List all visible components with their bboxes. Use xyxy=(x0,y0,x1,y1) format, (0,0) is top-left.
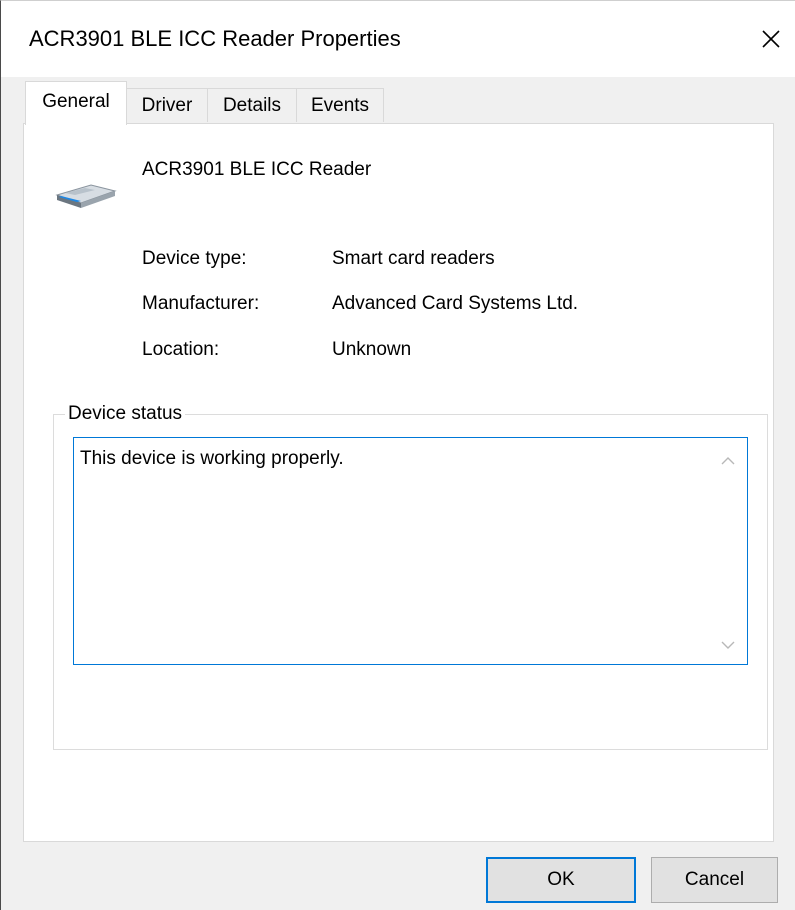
manufacturer-value: Advanced Card Systems Ltd. xyxy=(332,293,579,314)
ok-button[interactable]: OK xyxy=(486,857,636,903)
close-button[interactable] xyxy=(751,19,791,59)
location-value: Unknown xyxy=(332,339,412,360)
smart-card-reader-icon xyxy=(51,179,121,213)
status-scrollbar[interactable] xyxy=(709,438,747,664)
chevron-down-icon xyxy=(721,641,735,649)
chevron-up-icon xyxy=(721,457,735,465)
tab-general[interactable]: General xyxy=(25,81,127,125)
manufacturer-label: Manufacturer: xyxy=(142,293,260,314)
close-icon xyxy=(762,30,780,48)
device-type-value: Smart card readers xyxy=(332,248,495,269)
device-type-label: Device type: xyxy=(142,248,247,269)
scroll-up-button[interactable] xyxy=(719,452,737,470)
cancel-button[interactable]: Cancel xyxy=(651,857,778,903)
tab-driver[interactable]: Driver xyxy=(126,88,208,122)
device-status-label: Device status xyxy=(65,401,186,427)
title-bar[interactable]: ACR3901 BLE ICC Reader Properties xyxy=(1,1,795,77)
properties-dialog: ACR3901 BLE ICC Reader Properties Genera… xyxy=(0,0,795,910)
location-label: Location: xyxy=(142,339,220,360)
device-name: ACR3901 BLE ICC Reader xyxy=(142,159,372,180)
scroll-down-button[interactable] xyxy=(719,636,737,654)
device-status-textbox[interactable]: This device is working properly. xyxy=(73,437,748,665)
tab-details[interactable]: Details xyxy=(207,88,297,122)
device-status-text: This device is working properly. xyxy=(80,448,344,469)
window-title: ACR3901 BLE ICC Reader Properties xyxy=(29,26,401,51)
tab-events[interactable]: Events xyxy=(296,88,384,122)
